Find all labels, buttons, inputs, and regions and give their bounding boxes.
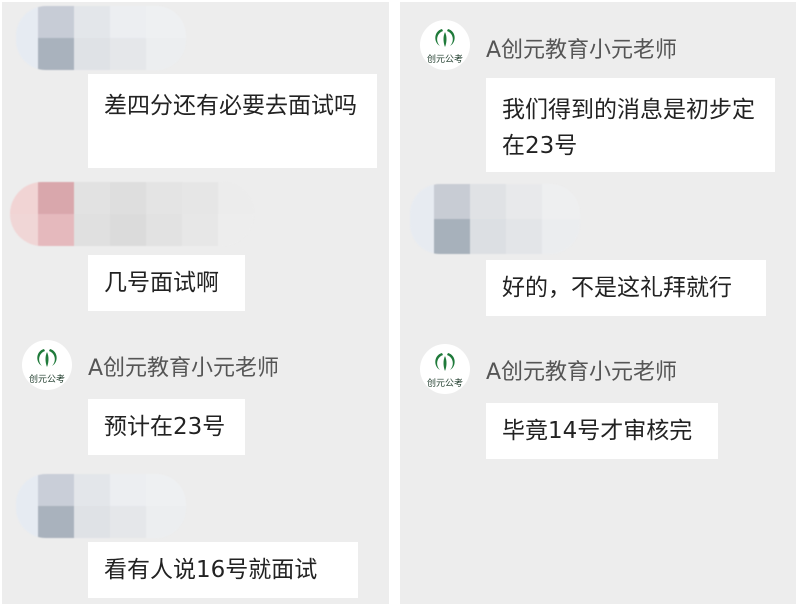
message-bubble: 几号面试啊 — [88, 255, 245, 311]
message-text: 看有人说16号就面试 — [104, 557, 318, 583]
logo-text: 创元公考 — [426, 55, 463, 65]
chat-panel-left: 差四分还有必要去面试吗 几号面试啊 创元公考 A创元教育小元老师 预计在23号 … — [2, 2, 389, 604]
message-bubble: 差四分还有必要去面试吗 — [88, 74, 377, 168]
message-text: 毕竟14号才审核完 — [502, 418, 693, 444]
teacher-avatar: 创元公考 — [420, 20, 470, 70]
message-text: 差四分还有必要去面试吗 — [104, 93, 357, 119]
chat-panel-right: 创元公考 A创元教育小元老师 我们得到的消息是初步定在23号 好的，不是这礼拜就… — [400, 2, 796, 604]
logo-text: 创元公考 — [28, 375, 65, 385]
blurred-avatar — [10, 182, 254, 246]
message-text: 好的，不是这礼拜就行 — [502, 275, 732, 301]
logo-text: 创元公考 — [426, 379, 463, 389]
message-bubble: 毕竟14号才审核完 — [486, 403, 718, 459]
blurred-avatar — [16, 6, 186, 70]
message-bubble: 我们得到的消息是初步定在23号 — [486, 78, 775, 172]
message-text: 几号面试啊 — [104, 270, 219, 296]
teacher-avatar: 创元公考 — [22, 340, 72, 390]
message-text: 预计在23号 — [104, 414, 226, 440]
sender-name: A创元教育小元老师 — [486, 360, 678, 385]
sender-name: A创元教育小元老师 — [88, 356, 280, 381]
blurred-avatar — [410, 184, 580, 254]
sender-name: A创元教育小元老师 — [486, 38, 678, 63]
teacher-avatar: 创元公考 — [420, 344, 470, 394]
message-bubble: 看有人说16号就面试 — [88, 542, 358, 598]
message-text: 我们得到的消息是初步定在23号 — [502, 97, 755, 159]
blurred-avatar — [16, 474, 186, 538]
message-bubble: 好的，不是这礼拜就行 — [486, 260, 766, 316]
message-bubble: 预计在23号 — [88, 399, 245, 455]
